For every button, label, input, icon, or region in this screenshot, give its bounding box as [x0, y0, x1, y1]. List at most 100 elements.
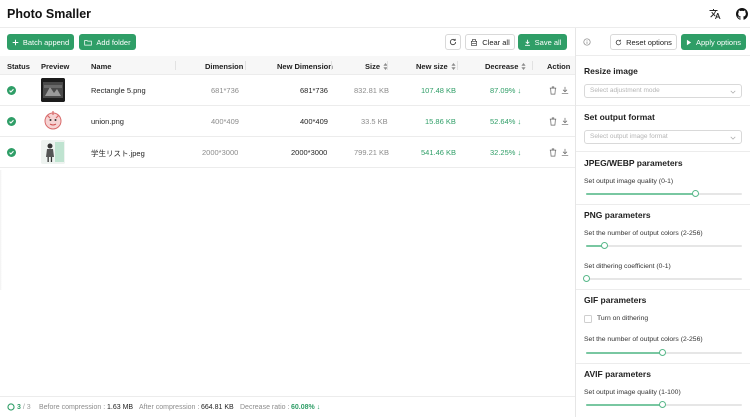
refresh-button[interactable] — [445, 34, 461, 50]
download-icon — [524, 39, 531, 46]
col-dimension[interactable]: Dimension — [205, 62, 243, 71]
check-circle-icon — [7, 117, 16, 126]
dimension: 2000*3000 — [202, 148, 239, 157]
resize-section-title: Resize image — [584, 66, 638, 76]
after-compression-label: After compression : — [139, 404, 200, 411]
reset-options-button[interactable]: Reset options — [610, 34, 677, 50]
apply-options-button[interactable]: Apply options — [681, 34, 746, 50]
delete-icon[interactable] — [549, 148, 557, 157]
png-dither-label: Set dithering coefficient (0-1) — [584, 263, 671, 270]
toolbar: Batch append Add folder Clear all Save a… — [0, 28, 575, 56]
slider-handle[interactable] — [582, 275, 590, 282]
arrow-down-icon: ↓ — [517, 148, 522, 157]
panel-toolbar: Reset options Apply options — [576, 28, 750, 56]
gif-section-title: GIF parameters — [584, 295, 647, 305]
info-icon[interactable] — [583, 38, 591, 48]
sort-icon[interactable] — [521, 62, 526, 72]
progress-count: 3 / 3 — [17, 404, 31, 411]
png-colors-slider[interactable] — [586, 242, 742, 250]
avif-quality-label: Set output image quality (1-100) — [584, 389, 681, 396]
dimension: 400*409 — [211, 117, 239, 126]
jpeg-quality-label: Set output image quality (0-1) — [584, 178, 674, 185]
download-icon[interactable] — [561, 148, 569, 157]
github-icon[interactable] — [735, 7, 749, 21]
file-name: union.png — [91, 117, 124, 126]
new-dimension: 681*736 — [300, 86, 328, 95]
slider-handle[interactable] — [658, 349, 666, 356]
decrease-ratio-value: 60.08% ↓ — [291, 404, 321, 411]
chevron-down-icon — [730, 88, 736, 100]
col-size[interactable]: Size — [365, 62, 388, 72]
format-section-title: Set output format — [584, 112, 655, 122]
jpeg-quality-slider[interactable] — [586, 190, 742, 198]
check-circle-icon — [7, 148, 16, 157]
slider-handle[interactable] — [658, 401, 666, 408]
section-divider — [576, 363, 750, 364]
before-compression-label: Before compression : — [39, 404, 106, 411]
arrow-down-icon: ↓ — [316, 404, 321, 411]
preview-thumbnail[interactable] — [41, 78, 65, 102]
col-new-dimension[interactable]: New Dimension — [277, 62, 333, 71]
dithering-checkbox[interactable] — [584, 315, 592, 323]
clear-icon — [470, 38, 478, 46]
check-circle-icon — [7, 86, 16, 95]
png-dither-slider[interactable] — [582, 275, 742, 283]
size: 832.81 KB — [354, 86, 390, 95]
col-new-size[interactable]: New size — [416, 62, 456, 72]
col-decrease[interactable]: Decrease — [485, 62, 526, 72]
new-dimension: 400*409 — [300, 117, 328, 126]
slider-handle[interactable] — [691, 190, 699, 197]
status-footer: 3 / 3 Before compression : 1.63 MB After… — [0, 396, 575, 417]
file-name: Rectangle 5.png — [91, 86, 146, 95]
decrease-ratio-label: Decrease ratio : — [240, 404, 290, 411]
col-preview: Preview — [41, 62, 70, 71]
preview-thumbnail[interactable] — [41, 140, 65, 164]
section-divider — [576, 151, 750, 152]
before-compression-value: 1.63 MB — [107, 404, 134, 411]
table-row[interactable]: union.png 400*409 400*409 33.5 KB 15.86 … — [0, 106, 575, 137]
size: 799.21 KB — [354, 148, 390, 157]
sort-icon[interactable] — [451, 62, 456, 72]
adjustment-mode-select[interactable]: Select adjustment mode — [584, 84, 742, 98]
options-panel: Reset options Apply options Resize image… — [575, 28, 750, 417]
new-dimension: 2000*3000 — [291, 148, 328, 157]
gif-colors-slider[interactable] — [586, 349, 742, 357]
jpeg-section-title: JPEG/WEBP parameters — [584, 158, 683, 168]
output-format-select[interactable]: Select output image format — [584, 130, 742, 144]
new-size: 107.48 KB — [421, 86, 457, 95]
section-divider — [576, 204, 750, 205]
delete-icon[interactable] — [549, 86, 557, 95]
new-size: 541.46 KB — [421, 148, 457, 157]
download-icon[interactable] — [561, 86, 569, 95]
col-name: Name — [91, 62, 112, 71]
dithering-label[interactable]: Turn on dithering — [597, 315, 648, 322]
column-divider — [457, 61, 458, 70]
column-divider — [175, 61, 176, 70]
png-section-title: PNG parameters — [584, 210, 651, 220]
translate-icon[interactable] — [708, 7, 722, 21]
slider-handle[interactable] — [601, 242, 609, 249]
table-row[interactable]: Rectangle 5.png 681*736 681*736 832.81 K… — [0, 75, 575, 106]
table-row[interactable]: 学生リスト.jpeg 2000*3000 2000*3000 799.21 KB… — [0, 137, 575, 168]
decrease: 87.09% ↓ — [490, 86, 522, 95]
arrow-down-icon: ↓ — [517, 86, 522, 95]
after-compression-value: 664.81 KB — [201, 404, 234, 411]
new-size: 15.86 KB — [425, 117, 456, 126]
size: 33.5 KB — [361, 117, 388, 126]
download-icon[interactable] — [561, 117, 569, 126]
delete-icon[interactable] — [549, 117, 557, 126]
section-divider — [576, 105, 750, 106]
preview-thumbnail[interactable] — [41, 109, 65, 133]
save-all-button[interactable]: Save all — [518, 34, 567, 50]
add-folder-button[interactable]: Add folder — [79, 34, 136, 50]
gif-colors-label: Set the number of output colors (2-256) — [584, 336, 703, 343]
clear-all-button[interactable]: Clear all — [465, 34, 515, 50]
refresh-icon — [615, 39, 622, 46]
batch-append-button[interactable]: Batch append — [7, 34, 74, 50]
column-divider — [532, 61, 533, 70]
file-name: 学生リスト.jpeg — [91, 149, 145, 158]
avif-quality-slider[interactable] — [586, 401, 742, 409]
refresh-icon — [449, 38, 457, 46]
col-action: Action — [547, 62, 571, 71]
dimension: 681*736 — [211, 86, 239, 95]
